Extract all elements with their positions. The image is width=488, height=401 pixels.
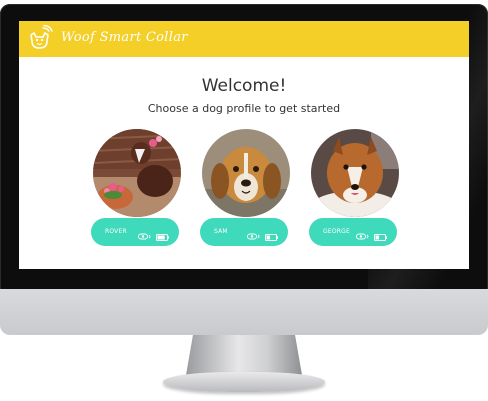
battery-icon [374,226,387,245]
dog-select-button-george[interactable]: GEORGE [309,218,397,246]
dog-card-rover[interactable]: ROVER [91,129,183,246]
page-subtitle: Choose a dog profile to get started [147,102,341,115]
monitor-stand [186,335,302,375]
dog-logo-icon[interactable] [29,24,53,51]
dog-name-label: SAM [214,228,228,235]
collar-signal-icon [247,226,261,245]
dog-select-button-sam[interactable]: SAM [200,218,288,246]
monitor-chin [0,289,488,335]
collar-signal-icon [356,226,370,245]
top-bar: Woof Smart Collar [19,21,469,57]
app-screen: Woof Smart Collar Welcome! Choose a dog … [19,21,469,269]
dog-name-label: ROVER [105,228,127,235]
dog-photo-george[interactable] [311,129,399,217]
battery-icon [265,226,278,245]
dog-card-george[interactable]: GEORGE [309,129,401,246]
dog-photo-sam[interactable] [202,129,290,217]
page-title: Welcome! [201,76,287,96]
collar-signal-icon [138,226,152,245]
app-brand-title: Woof Smart Collar [61,30,188,45]
monitor-stand-base [163,372,325,392]
battery-icon [156,226,169,245]
dog-photo-rover[interactable] [93,129,181,217]
dog-select-button-rover[interactable]: ROVER [91,218,179,246]
dog-name-label: GEORGE [323,228,350,235]
dog-card-sam[interactable]: SAM [200,129,292,246]
